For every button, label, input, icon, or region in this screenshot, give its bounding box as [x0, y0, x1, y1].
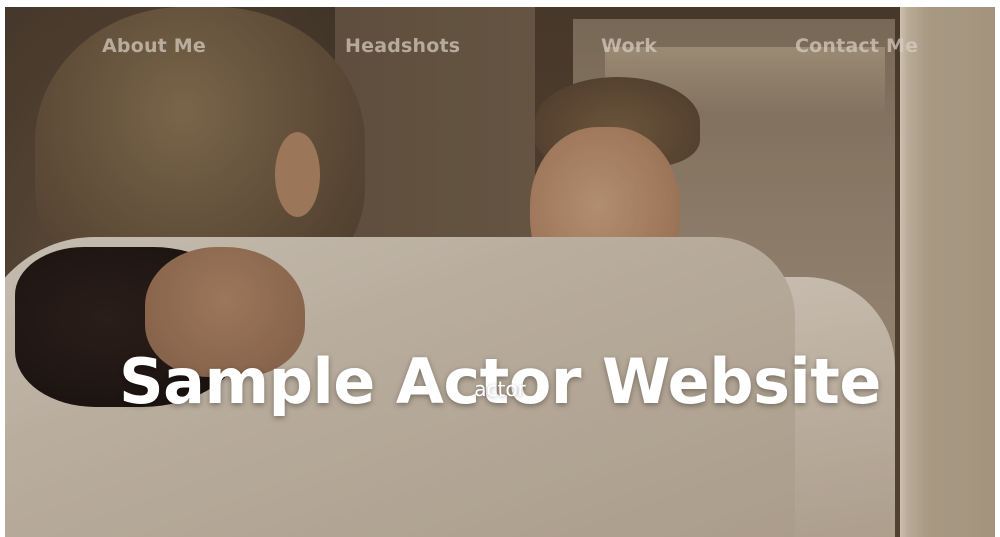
main-navigation: About Me Headshots Work Contact Me [5, 7, 995, 87]
nav-link-headshots[interactable]: Headshots [345, 35, 460, 57]
hero-subtitle: actor [474, 377, 526, 401]
nav-link-about-me[interactable]: About Me [102, 35, 206, 57]
page-frame: About Me Headshots Work Contact Me Sampl… [0, 0, 1000, 537]
nav-link-contact-me[interactable]: Contact Me [795, 35, 918, 57]
nav-link-work[interactable]: Work [601, 35, 657, 57]
